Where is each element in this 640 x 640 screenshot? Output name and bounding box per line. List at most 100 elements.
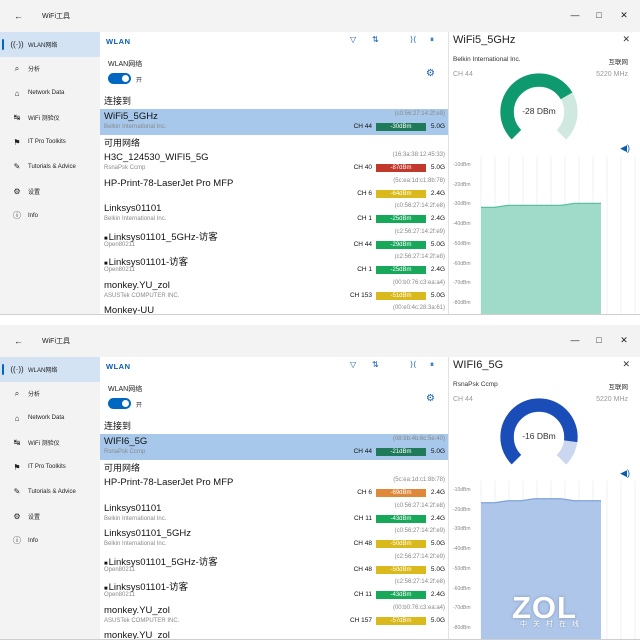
signal-badge: -43dBm — [376, 591, 426, 599]
graph-axis-label: -10dBm — [453, 486, 471, 493]
back-arrow-icon[interactable]: ← — [14, 336, 23, 346]
sidebar-item-tutorial[interactable]: ✎ Tutorials & Advice — [0, 480, 100, 505]
expand-icon[interactable]: ⟩⟨ — [410, 360, 416, 369]
sidebar-item-label: 设置 — [28, 514, 41, 521]
network-row[interactable]: monkey.YU_zol ASUSTek COMPUTER INC. (00:b0… — [100, 278, 448, 304]
band: 5.0G — [430, 291, 445, 299]
pause-icon[interactable]: ⏸ — [430, 35, 434, 45]
toolkit-icon: ⚑ — [13, 137, 21, 147]
gauge-value: -16 DBm — [522, 431, 556, 441]
sidebar-item-network-data[interactable]: ⌂ Network Data — [0, 81, 100, 106]
network-ssid: monkey.YU_zol — [104, 279, 170, 291]
sidebar: ((·)) WLAN网络 ⌕ 分析 ⌂ Network Data ↹ WiFi 测验仪 ⚑ IT … — [0, 357, 100, 639]
sidebar-item-tutorial[interactable]: ✎ Tutorials & Advice — [0, 155, 100, 180]
detail-close-icon[interactable]: ✕ — [622, 34, 630, 45]
mac-address: (c2:56:27:14:2f:e8) — [394, 579, 445, 585]
info-icon: ⓘ — [13, 536, 21, 546]
gear-icon[interactable]: ⚙ — [426, 68, 435, 79]
separator — [0, 315, 640, 325]
section-header: WLAN — [106, 362, 131, 371]
sidebar-item-toolkit[interactable]: ⚑ IT Pro Toolkits — [0, 455, 100, 480]
channel: CH 44 — [353, 240, 372, 248]
network-list-panel: WLAN ▽ ⇅ ⟩⟨ ⏸ WLAN网络开 ⚙ 连接到 WIFI6_5G RsnaPsk Ccmp… — [100, 357, 448, 639]
filter-icon[interactable]: ▽ — [350, 360, 356, 369]
sidebar-item-toolkit[interactable]: ⚑ IT Pro Toolkits — [0, 130, 100, 155]
network-row[interactable]: HP-Print-78-LaserJet Pro MFP (5c:ea:1d:c1… — [100, 176, 448, 202]
speaker-icon[interactable]: ◀) — [620, 143, 630, 154]
detail-vendor: Belkin International Inc. — [453, 56, 521, 63]
network-name: Linksys01101 — [104, 203, 161, 214]
sort-icon[interactable]: ⇅ — [372, 35, 379, 44]
watermark-sub: 中关村在线 — [520, 621, 585, 628]
speaker-icon[interactable]: ◀) — [620, 468, 630, 479]
expand-icon[interactable]: ⟩⟨ — [410, 35, 416, 44]
sidebar-item-wifi-tester[interactable]: ↹ WiFi 测验仪 — [0, 431, 100, 456]
pause-icon[interactable]: ⏸ — [430, 360, 434, 370]
network-row[interactable]: ■Linksys01101_5GHz-访客 Open80211 (c2:56:27:… — [100, 227, 448, 253]
wlan-toggle-switch[interactable] — [108, 398, 131, 409]
sidebar-item-settings[interactable]: ⚙ 设置 — [0, 179, 100, 204]
connected-network-row[interactable]: WiFi5_5GHz Belkin International Inc. (c0:5… — [100, 109, 448, 135]
network-vendor: ASUSTek COMPUTER INC. — [104, 617, 180, 624]
channel: CH 11 — [354, 591, 372, 598]
network-row[interactable]: monkey.YU_zol — [100, 628, 448, 639]
wlan-toggle-switch[interactable] — [108, 73, 131, 84]
channel: CH 44 — [353, 448, 372, 455]
minimize-button[interactable]: — — [568, 10, 582, 20]
sidebar: ((·)) WLAN网络 ⌕ 分析 ⌂ Network Data ↹ WiFi 测验仪 ⚑ IT … — [0, 32, 100, 314]
wifi-tester-icon: ↹ — [13, 438, 21, 448]
detail-close-icon[interactable]: ✕ — [622, 359, 630, 370]
network-row[interactable]: Monkey-UU (00:e0:4c:28:3a:61) — [100, 303, 448, 314]
network-row[interactable]: H3C_124530_WIFI5_5G RsnaPsk Ccmp (16:3a:38… — [100, 150, 448, 176]
signal-badge: -25dBm — [376, 266, 426, 274]
wifi-icon: ((·)) — [10, 364, 24, 374]
network-row[interactable]: HP-Print-78-LaserJet Pro MFP (5c:ea:1d:c1… — [100, 475, 448, 501]
network-vendor: Belkin International Inc. — [104, 541, 167, 547]
detail-frequency: 5220 MHz — [596, 396, 628, 403]
mac-address: (c0:56:27:14:2f:e9) — [394, 111, 445, 117]
title-bar: ← WiFi工具 — □ ✕ — [0, 325, 640, 357]
wlan-switch-label: WLAN网络 — [108, 61, 143, 68]
connected-list: WIFI6_5G RsnaPsk Ccmp (08:9b:4b:6c:5e:40) C… — [100, 434, 448, 460]
network-data-icon: ⌂ — [14, 413, 20, 423]
sidebar-item-network-data[interactable]: ⌂ Network Data — [0, 406, 100, 431]
network-row[interactable]: Linksys01101_5GHz Belkin International In… — [100, 526, 448, 552]
network-row[interactable]: monkey.YU_zol ASUSTek COMPUTER INC. (00:b0… — [100, 603, 448, 629]
sort-icon[interactable]: ⇅ — [372, 360, 379, 369]
network-row[interactable]: Linksys01101 Belkin International Inc. (c0… — [100, 201, 448, 227]
detail-vendor: RsnaPsk Ccmp — [453, 381, 498, 388]
minimize-button[interactable]: — — [568, 335, 582, 345]
channel: CH 40 — [353, 164, 372, 171]
sidebar-item-wifi-tester[interactable]: ↹ WiFi 测验仪 — [0, 106, 100, 131]
channel: CH 6 — [357, 189, 372, 197]
network-name: HP-Print-78-LaserJet Pro MFP — [104, 178, 233, 189]
sidebar-item-analysis[interactable]: ⌕ 分析 — [0, 57, 100, 82]
gear-icon[interactable]: ⚙ — [426, 393, 435, 404]
sidebar-item-settings[interactable]: ⚙ 设置 — [0, 504, 100, 529]
back-arrow-icon[interactable]: ← — [14, 11, 23, 21]
signal-badge: -30dBm — [376, 123, 426, 131]
sidebar-item-info[interactable]: ⓘ Info — [0, 204, 100, 229]
maximize-button[interactable]: □ — [592, 335, 606, 345]
signal-badge: -69dBm — [376, 489, 426, 497]
sidebar-item-wifi[interactable]: ((·)) WLAN网络 — [0, 357, 100, 382]
network-ssid: HP-Print-78-LaserJet Pro MFP — [104, 477, 234, 488]
close-button[interactable]: ✕ — [617, 10, 631, 21]
filter-icon[interactable]: ▽ — [350, 35, 356, 44]
sidebar-item-analysis[interactable]: ⌕ 分析 — [0, 382, 100, 407]
maximize-button[interactable]: □ — [592, 10, 606, 20]
sidebar-item-info[interactable]: ⓘ Info — [0, 529, 100, 554]
network-vendor: Belkin International Inc. — [104, 124, 167, 130]
network-row[interactable]: ■Linksys01101-访客 Open80211 (c2:56:27:14:2f… — [100, 252, 448, 278]
network-row[interactable]: ■Linksys01101_5GHz-访客 Open80211 (c2:56:27:… — [100, 552, 448, 578]
network-ssid: HP-Print-78-LaserJet Pro MFP — [104, 177, 234, 189]
section-header: WLAN — [106, 37, 131, 46]
network-row[interactable]: Linksys01101 Belkin International Inc. (c0… — [100, 501, 448, 527]
connected-network-row[interactable]: WIFI6_5G RsnaPsk Ccmp (08:9b:4b:6c:5e:40) C… — [100, 434, 448, 460]
sidebar-item-wifi[interactable]: ((·)) WLAN网络 — [0, 32, 100, 57]
network-ssid: monkey.YU_zol — [104, 604, 170, 616]
network-row[interactable]: ■Linksys01101-访客 Open80211 (c2:56:27:14:2f… — [100, 577, 448, 603]
close-button[interactable]: ✕ — [617, 335, 631, 346]
mac-address: (c2:56:27:14:2f:e9) — [394, 553, 445, 560]
sidebar-item-label: WiFi 测验仪 — [28, 441, 60, 448]
